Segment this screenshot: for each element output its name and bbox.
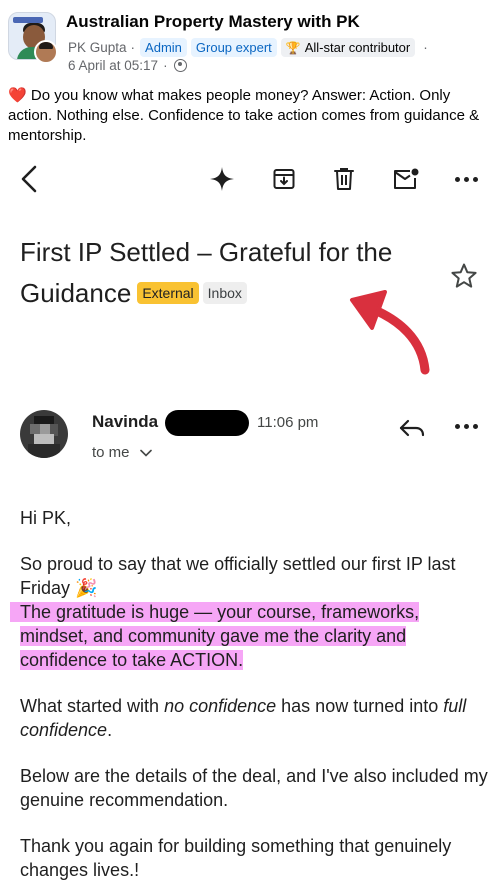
- post-date-row: 6 April at 05:17 ·: [68, 58, 187, 73]
- reply-icon[interactable]: [398, 414, 426, 442]
- admin-badge: Admin: [140, 38, 187, 57]
- paragraph-1-text: So proud to say that we officially settl…: [20, 554, 456, 598]
- external-label: External: [137, 282, 199, 304]
- email-time: 11:06 pm: [257, 414, 319, 431]
- paragraph-2-end: .: [107, 720, 113, 740]
- more-options-icon[interactable]: [450, 162, 482, 196]
- author-meta-row: PK Gupta · Admin Group expert 🏆 All-star…: [68, 38, 433, 57]
- post-header: Australian Property Mastery with PK PK G…: [8, 8, 496, 78]
- highlighted-text: The gratitude is huge — your course, fra…: [20, 602, 420, 670]
- group-name[interactable]: Australian Property Mastery with PK: [66, 12, 360, 32]
- paragraph-2-emphasis-1: no confidence: [164, 696, 277, 716]
- group-privacy-icon: [173, 59, 187, 72]
- author-avatar[interactable]: [34, 40, 58, 64]
- body-paragraph-1: So proud to say that we officially settl…: [20, 552, 490, 672]
- post-body: Do you know what makes people money? Ans…: [8, 87, 480, 144]
- email-toolbar: [0, 156, 503, 202]
- date-separator: ·: [163, 58, 168, 73]
- meta-separator-2: ·: [423, 40, 428, 55]
- back-arrow-icon[interactable]: [14, 162, 44, 196]
- post-text: ❤️ Do you know what makes people money? …: [8, 86, 498, 146]
- email-body: Hi PK, So proud to say that we officiall…: [20, 506, 490, 896]
- mark-unread-icon[interactable]: [390, 162, 422, 196]
- inbox-label[interactable]: Inbox: [202, 282, 247, 304]
- body-paragraph-2: What started with no confidence has now …: [20, 694, 490, 742]
- delete-icon[interactable]: [328, 162, 360, 196]
- redaction-mark: [165, 410, 249, 436]
- greeting: Hi PK,: [20, 508, 72, 528]
- annotation-arrow: [350, 290, 430, 375]
- paragraph-2-part-2: has now turned into: [276, 696, 444, 716]
- message-more-icon[interactable]: [450, 412, 482, 440]
- heart-icon: ❤️: [8, 87, 27, 104]
- author-name[interactable]: PK Gupta: [68, 40, 127, 55]
- post-date[interactable]: 6 April at 05:17: [68, 58, 158, 73]
- gemini-sparkle-icon[interactable]: [206, 162, 238, 196]
- archive-icon[interactable]: [268, 162, 300, 196]
- paragraph-2-part: What started with: [20, 696, 165, 716]
- recipient-label: to me: [92, 444, 130, 461]
- sender-avatar[interactable]: [20, 410, 68, 458]
- all-star-contributor-badge: 🏆 All-star contributor: [280, 38, 416, 57]
- group-expert-badge: Group expert: [190, 38, 277, 57]
- all-star-contributor-label: All-star contributor: [304, 40, 411, 55]
- chevron-down-icon: [139, 446, 152, 460]
- recipient-toggle[interactable]: to me: [92, 444, 152, 461]
- trophy-icon: 🏆: [285, 40, 301, 55]
- star-icon[interactable]: [450, 262, 478, 290]
- body-paragraph-3: Below are the details of the deal, and I…: [20, 766, 488, 810]
- sender-name[interactable]: Navinda: [92, 412, 158, 432]
- meta-separator: ·: [130, 40, 136, 55]
- body-paragraph-4: Thank you again for building something t…: [20, 836, 452, 880]
